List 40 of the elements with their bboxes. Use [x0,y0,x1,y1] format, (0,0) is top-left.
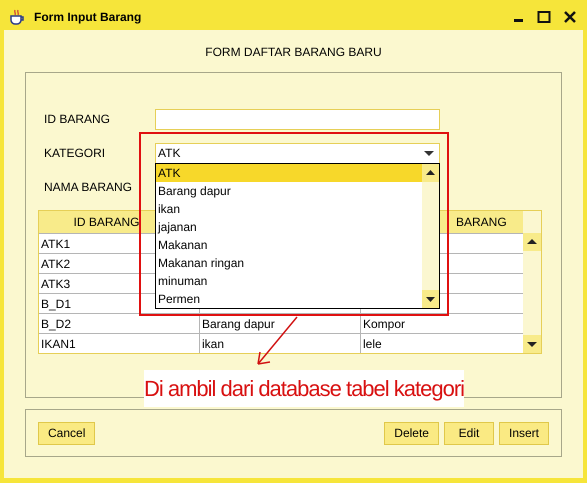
form-heading: FORM DAFTAR BARANG BARU [205,45,382,59]
table-scrollbar[interactable] [523,211,541,353]
field-label: NAMA BARANG [44,179,134,196]
close-icon[interactable] [563,10,577,24]
dropdown-option[interactable]: Permen [156,290,422,308]
action-button[interactable]: Edit [444,422,494,444]
dropdown-option[interactable]: ikan [156,200,422,218]
table-cell-text: Kompor [363,316,406,332]
window-title: Form Input Barang [34,9,142,26]
dropdown-option[interactable]: Makanan ringan [156,254,422,272]
table-cell-text: ATK2 [41,256,70,272]
action-button[interactable]: Insert [498,422,549,444]
id-field[interactable] [155,108,440,130]
annotation-text: Di ambil dari database tabel kategori [144,375,464,403]
maximize-icon[interactable] [537,10,551,24]
category-dropdown[interactable]: ATK [155,142,440,164]
table-cell-text: ATK3 [41,276,70,292]
table-cell-text: lele [363,336,382,352]
scrollbar[interactable] [422,164,439,308]
action-button[interactable]: Delete [384,422,439,444]
field-label: ID BARANG [44,111,112,128]
dropdown-option[interactable]: ATK [156,164,422,182]
table-cell-text: ikan [202,336,224,352]
dropdown-option[interactable]: Barang dapur [156,182,422,200]
table-cell-text: Barang dapur [202,316,275,332]
scroll-down-icon[interactable] [523,335,541,353]
table-cell-text: ATK1 [41,236,70,252]
dropdown-option[interactable]: Makanan [156,236,422,254]
table-cell-text: B_D2 [41,316,72,332]
dropdown-option[interactable]: minuman [156,272,422,290]
field-label: KATEGORI [44,145,106,162]
scroll-up-icon[interactable] [523,233,541,251]
column-header[interactable]: BARANG [456,213,507,231]
action-button[interactable]: Cancel [38,422,96,444]
table-cell-text: IKAN1 [41,336,76,352]
dropdown-option[interactable]: jajanan [156,218,422,236]
table-cell-text: B_D1 [41,296,72,312]
scroll-up-icon[interactable] [422,164,439,182]
scroll-down-icon[interactable] [422,290,439,308]
coffee-cup-icon [8,8,26,26]
